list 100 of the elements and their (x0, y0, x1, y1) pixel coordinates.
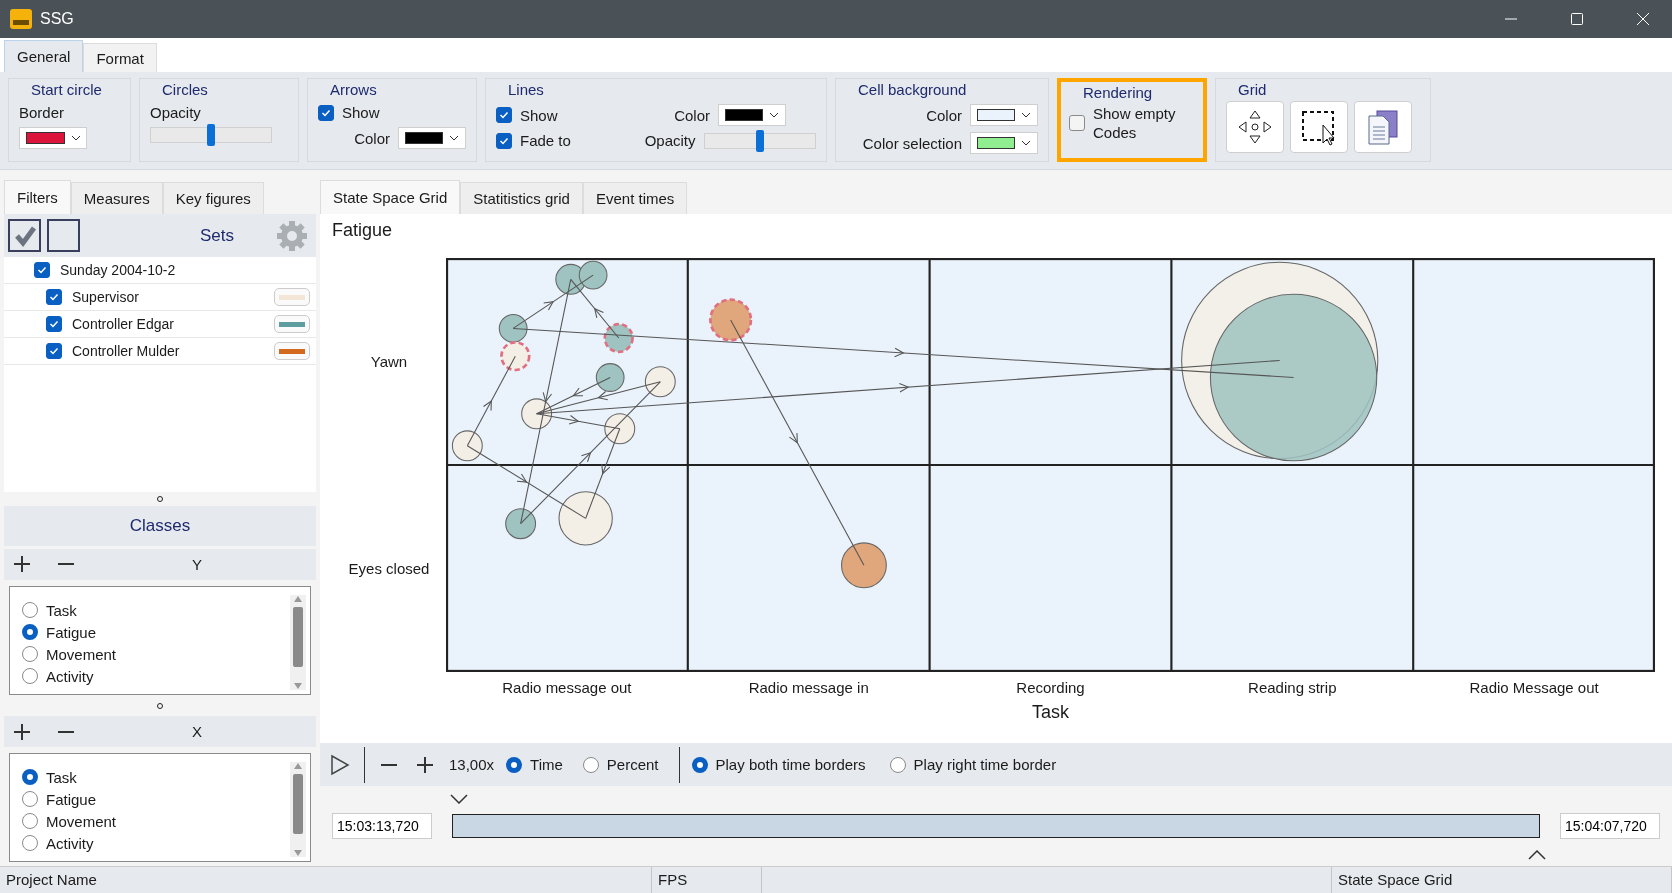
tree-item[interactable]: Controller Edgar (4, 311, 316, 339)
column-label: Radio message in (748, 678, 869, 696)
move-button[interactable] (1226, 101, 1284, 153)
zoom-in-icon[interactable] (415, 754, 435, 775)
class-option[interactable]: Task (22, 599, 290, 622)
panel-tab[interactable]: Key figures (162, 182, 264, 214)
copy-button[interactable] (1354, 101, 1412, 153)
group-title: Cell background (856, 81, 969, 98)
checkbox-label: Fade to (520, 132, 572, 149)
uncheck-all-button[interactable] (47, 219, 80, 253)
checkbox-label: Show (342, 104, 380, 121)
color-button[interactable] (274, 342, 310, 361)
check-icon (37, 265, 47, 276)
check-icon (49, 292, 59, 303)
x-axis-title: Task (1032, 702, 1069, 724)
caret-icon (1021, 112, 1031, 118)
checkbox[interactable] (496, 107, 512, 123)
color-dropdown[interactable] (718, 104, 786, 126)
color-dropdown[interactable] (970, 132, 1038, 154)
class-option[interactable]: Movement (22, 643, 290, 666)
opacity-slider[interactable] (150, 127, 272, 143)
opacity-slider[interactable] (703, 132, 816, 149)
field-label: Color (354, 129, 390, 147)
group-title: Circles (160, 81, 210, 98)
check-all-button[interactable] (8, 219, 41, 253)
field-label: Color selection (862, 134, 962, 152)
mode-radio[interactable]: Percent (582, 753, 659, 776)
view-tab[interactable]: Statitistics grid (460, 182, 583, 214)
color-dropdown[interactable] (398, 127, 466, 149)
field-label: Color (673, 106, 710, 124)
field-label: Opacity (643, 132, 696, 149)
tree-item[interactable]: Sunday 2004-10-2 (4, 257, 316, 285)
class-option[interactable]: Fatigue (22, 621, 290, 644)
time-range-bar[interactable] (452, 814, 1540, 838)
status-text: Project Name (0, 867, 652, 893)
group-title: Grid (1236, 81, 1269, 98)
row-label: Eyes closed (348, 560, 430, 577)
check-icon (499, 135, 509, 146)
row-label: Yawn (370, 353, 408, 370)
group-title: Rendering (1081, 84, 1155, 101)
class-option[interactable]: Task (22, 766, 290, 789)
check-icon (49, 319, 59, 330)
play-radio[interactable]: Play right time border (889, 753, 1057, 776)
check-icon (499, 110, 509, 120)
panel-tab[interactable]: Measures (70, 182, 163, 214)
end-time-field[interactable]: 15:04:07,720 (1560, 813, 1660, 839)
close-icon[interactable] (1636, 12, 1650, 26)
caret-icon (769, 112, 779, 118)
checkbox[interactable] (496, 132, 512, 149)
field-label: Border (19, 104, 66, 121)
y-axis-title: Fatigue (332, 220, 394, 242)
panel-title: Sets (199, 225, 234, 246)
color-button[interactable] (274, 288, 310, 307)
view-tab[interactable]: Event times (582, 182, 688, 214)
panel-tab[interactable]: Filters (4, 180, 71, 214)
status-text: State Space Grid (1332, 867, 1672, 893)
axis-label: X (192, 723, 202, 741)
field-label: Color (926, 106, 962, 124)
maximize-icon[interactable] (1570, 12, 1584, 26)
group-title: Lines (506, 81, 546, 98)
app-logo-icon (10, 9, 32, 29)
color-dropdown[interactable] (19, 127, 87, 149)
column-label: Reading strip (1248, 678, 1337, 696)
add-icon[interactable] (12, 721, 32, 742)
caret-icon (1021, 140, 1031, 146)
ribbon-tab[interactable]: General (4, 40, 84, 72)
checkbox[interactable] (318, 104, 334, 121)
tree-item[interactable]: Supervisor (4, 284, 316, 312)
select-button[interactable] (1290, 101, 1348, 153)
check-icon (49, 346, 59, 357)
axis-label: Y (192, 555, 202, 573)
end-marker-icon[interactable] (1528, 850, 1546, 860)
play-icon[interactable] (330, 753, 350, 776)
column-label: Radio message out (502, 678, 632, 696)
checkbox-label: Show (520, 106, 559, 124)
class-option[interactable]: Activity (22, 832, 290, 855)
mode-radio[interactable]: Time (506, 753, 563, 776)
ribbon-tab[interactable]: Format (83, 43, 157, 72)
column-label: Radio Message out (1469, 678, 1599, 696)
zoom-value: 13,00x (449, 756, 495, 773)
field-label: Opacity (150, 104, 202, 121)
column-label: Recording (1016, 678, 1085, 696)
add-icon[interactable] (12, 554, 32, 575)
checkbox-label: Show empty Codes (1093, 104, 1177, 142)
class-option[interactable]: Fatigue (22, 788, 290, 811)
class-option[interactable]: Movement (22, 810, 290, 833)
caret-icon (449, 135, 459, 141)
status-text: FPS (652, 867, 762, 893)
checkbox[interactable] (1069, 115, 1085, 131)
class-option[interactable]: Activity (22, 665, 290, 688)
check-icon (321, 107, 331, 118)
play-radio[interactable]: Play both time borders (691, 753, 866, 776)
panel-title: Classes (4, 506, 316, 546)
caret-icon (71, 135, 80, 141)
start-time-field[interactable]: 15:03:13,720 (332, 813, 432, 839)
view-tab[interactable]: State Space Grid (320, 180, 461, 214)
start-marker-icon[interactable] (450, 794, 468, 804)
tree-item[interactable]: Controller Mulder (4, 338, 316, 366)
color-button[interactable] (274, 315, 310, 334)
color-dropdown[interactable] (970, 104, 1038, 126)
